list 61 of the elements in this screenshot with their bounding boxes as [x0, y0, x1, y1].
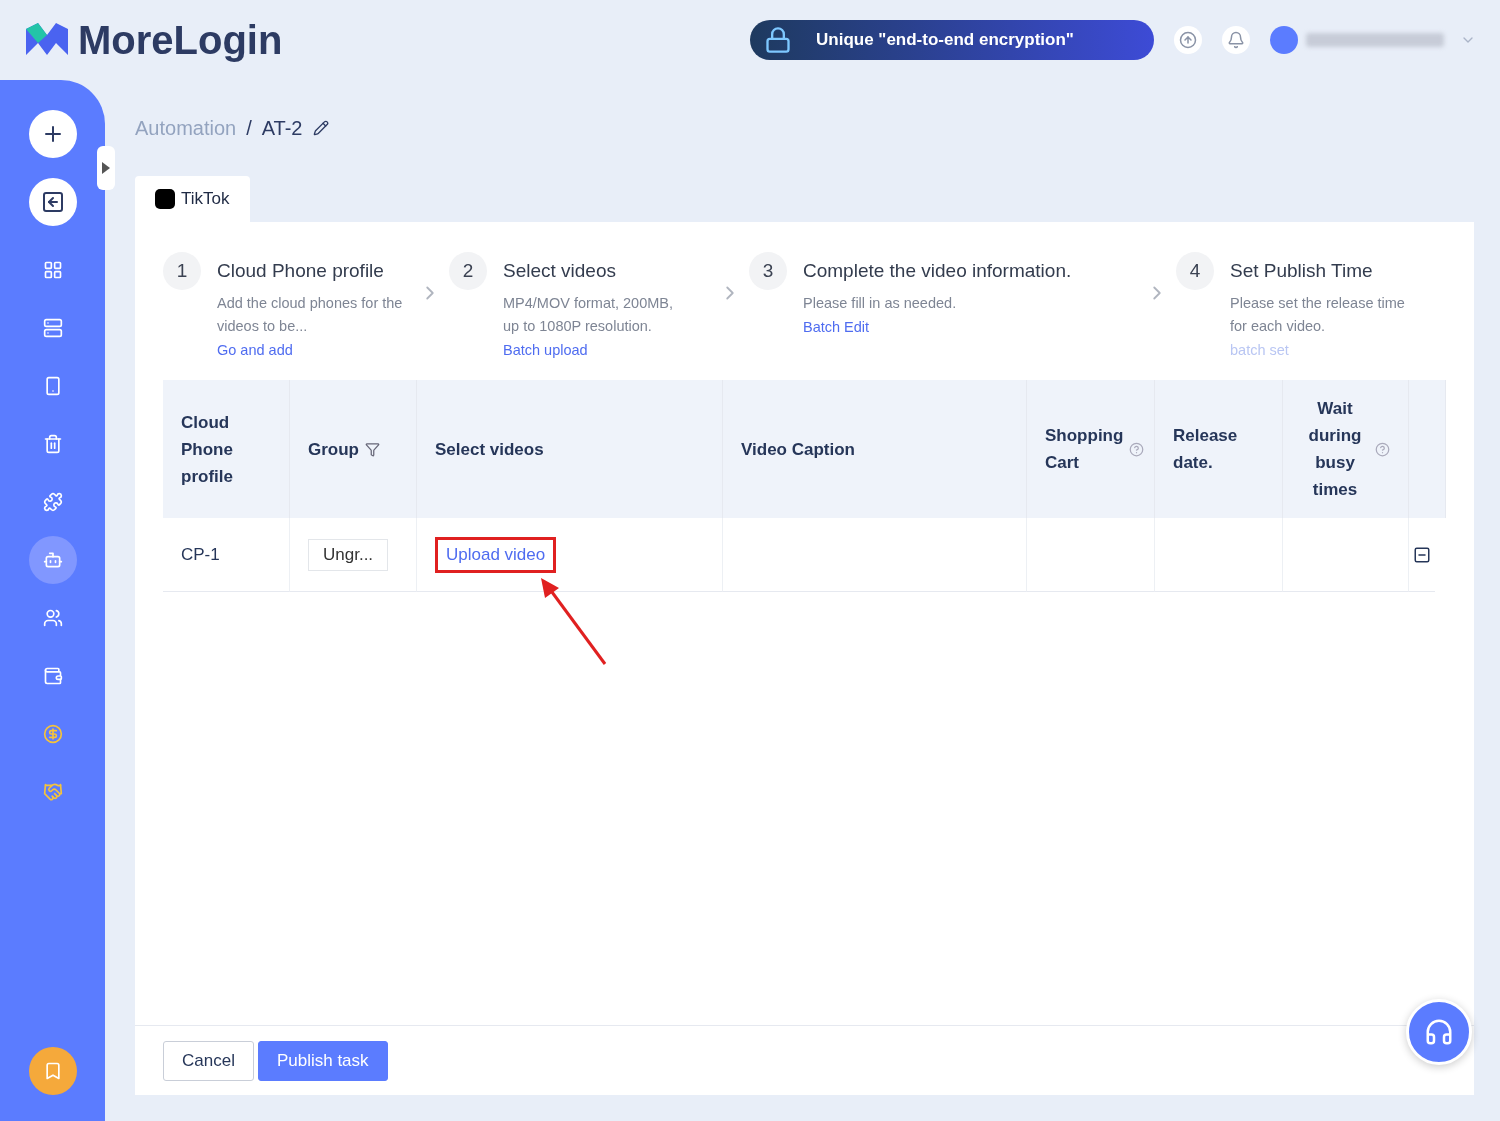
step-number: 1	[163, 252, 201, 290]
grid-icon	[42, 260, 63, 280]
column-header: Video Caption	[723, 380, 1027, 518]
wallet-icon	[42, 666, 63, 686]
filter-icon[interactable]	[365, 441, 380, 457]
step-title: Select videos	[503, 260, 617, 282]
sidebar-item[interactable]	[28, 536, 77, 584]
step-number: 4	[1176, 252, 1214, 290]
column-header: Release date.	[1155, 380, 1283, 518]
promo-banner[interactable]: Unique "end-to-end encryption"	[750, 20, 1154, 60]
step-description: Please fill in as needed.	[803, 294, 958, 313]
users-icon	[42, 608, 63, 628]
triangle-icon	[102, 162, 110, 174]
step-description: MP4/MOV format, 200MB, up to 1080P resolution.	[503, 294, 675, 336]
upload-link[interactable]: Upload video	[435, 536, 557, 573]
trash-icon	[42, 434, 63, 454]
breadcrumb-current: AT-2	[261, 116, 303, 140]
robot-icon	[42, 550, 63, 570]
group-tag: Ungr...	[308, 538, 389, 571]
handshake-icon	[42, 782, 63, 802]
tiktok-icon	[155, 189, 175, 209]
cancel-button[interactable]: Cancel	[163, 1041, 254, 1081]
help-icon	[1129, 441, 1145, 457]
import-icon	[40, 190, 65, 214]
coin-icon	[42, 724, 63, 744]
column-header: Wait during busy times	[1283, 380, 1409, 518]
step-title: Complete the video information.	[803, 260, 1073, 282]
step-number: 2	[449, 252, 487, 290]
column-header: Shopping Cart	[1027, 380, 1155, 518]
publish-button[interactable]: Publish task	[257, 1041, 388, 1081]
breadcrumb-separator: /	[246, 116, 252, 140]
bookmark-button[interactable]	[28, 1047, 77, 1095]
headset-icon	[1424, 1017, 1454, 1047]
step-description: Add the cloud phones for the videos to be...	[217, 294, 403, 336]
tab[interactable]: TikTok	[135, 176, 250, 222]
logo-text: MoreLogin	[78, 17, 283, 63]
upload-icon[interactable]	[1179, 31, 1197, 49]
avatar[interactable]	[1270, 26, 1298, 54]
column-header: Select videos	[417, 380, 723, 518]
step-number: 3	[749, 252, 787, 290]
support-button[interactable]	[1406, 999, 1472, 1065]
step-description: Please set the release time for each video.	[1230, 294, 1406, 336]
step-link[interactable]: Batch upload	[503, 342, 703, 358]
import-button[interactable]	[28, 178, 77, 226]
column-header: Group	[290, 380, 417, 518]
server-icon	[42, 318, 63, 338]
step-link[interactable]: Go and add	[217, 342, 403, 358]
notification-icon[interactable]	[1227, 31, 1245, 49]
column-header: Cloud Phone profile	[163, 380, 290, 518]
sidebar-toggle[interactable]	[97, 146, 115, 190]
step-link[interactable]: Batch Edit	[803, 319, 1130, 335]
puzzle-icon	[42, 492, 63, 512]
step-title: Set Publish Time	[1230, 260, 1374, 282]
help-icon	[1375, 441, 1390, 457]
remove-icon[interactable]	[1413, 545, 1431, 564]
lock-icon	[764, 26, 792, 54]
step-title: Cloud Phone profile	[217, 260, 385, 282]
edit-icon[interactable]	[312, 120, 329, 136]
add-button[interactable]	[28, 110, 77, 158]
logo-icon	[24, 23, 70, 57]
table-cell: CP-1	[163, 518, 290, 592]
